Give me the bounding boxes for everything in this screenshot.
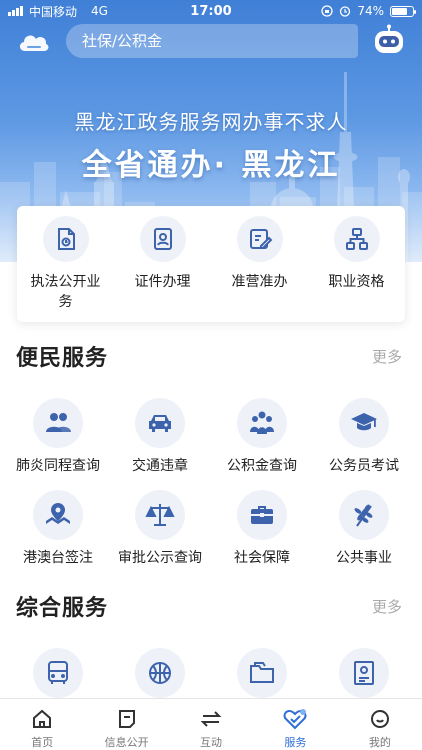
service-label: 公共事业 bbox=[336, 550, 392, 566]
tab-label: 信息公开 bbox=[104, 736, 149, 749]
edit-form-icon bbox=[236, 216, 283, 262]
service-label: 肺炎同程查询 bbox=[16, 458, 100, 474]
more-link[interactable]: 更多 bbox=[372, 596, 402, 617]
service-approval-query[interactable]: 审批公示查询 bbox=[109, 490, 211, 567]
service-public-utilities[interactable]: 公共事业 bbox=[313, 490, 415, 567]
carrier-name: 中国移动 bbox=[29, 4, 78, 19]
quick-item-label: 职业资格 bbox=[328, 274, 385, 290]
tab-home[interactable]: 首页 bbox=[0, 699, 84, 750]
quick-item-label: 准营准办 bbox=[231, 274, 288, 290]
tab-label: 互动 bbox=[200, 736, 223, 749]
comprehensive-row-1 bbox=[7, 648, 415, 698]
quick-item-business-license[interactable]: 准营准办 bbox=[211, 216, 308, 322]
network-type: 4G bbox=[91, 4, 108, 18]
service-label: 交通违章 bbox=[132, 458, 188, 474]
id-card-icon bbox=[139, 216, 186, 262]
banner-subtitle: 黑龙江政务服务网办事不求人 bbox=[74, 110, 348, 134]
banner-title: 全省通办· 黑龙江 bbox=[81, 148, 341, 183]
bottom-tab-bar: 首页 信息公开 互动 服务 我的 bbox=[0, 698, 422, 750]
section-title: 综合服务 bbox=[16, 596, 109, 621]
service-housing-fund[interactable]: 公积金查询 bbox=[211, 398, 313, 475]
tab-label: 首页 bbox=[31, 736, 54, 749]
home-icon bbox=[30, 707, 54, 730]
quick-item-label: 证件办理 bbox=[134, 274, 191, 290]
certificate-icon bbox=[339, 648, 389, 698]
service-traffic-violation[interactable]: 交通违章 bbox=[109, 398, 211, 475]
scales-icon bbox=[135, 490, 185, 540]
org-chart-icon bbox=[333, 216, 380, 262]
user-icon bbox=[368, 707, 392, 730]
map-pin-icon bbox=[33, 490, 83, 540]
tab-services[interactable]: 服务 bbox=[253, 699, 337, 750]
exchange-icon bbox=[199, 707, 223, 730]
battery-percent: 74% bbox=[357, 4, 384, 18]
service-label: 公务员考试 bbox=[329, 458, 399, 474]
group-icon bbox=[237, 398, 287, 448]
comprehensive-section-header: 综合服务 更多 bbox=[16, 590, 406, 622]
battery-icon bbox=[390, 5, 416, 17]
message-icon bbox=[115, 707, 139, 730]
wheat-icon bbox=[339, 490, 389, 540]
service-label: 公积金查询 bbox=[227, 458, 297, 474]
section-title: 便民服务 bbox=[16, 346, 109, 371]
convenience-row-1: 肺炎同程查询 交通违章 公积金查询 公务员考试 bbox=[7, 398, 415, 475]
orientation-lock-icon bbox=[321, 5, 333, 17]
search-input[interactable]: 社保/公积金 bbox=[66, 24, 358, 58]
quick-item-label: 执法公开业务 bbox=[30, 274, 101, 310]
clock: 17:00 bbox=[190, 3, 232, 19]
heart-check-icon bbox=[283, 707, 307, 730]
tab-label: 我的 bbox=[368, 736, 391, 749]
service-label: 审批公示查询 bbox=[118, 550, 202, 566]
car-icon bbox=[135, 398, 185, 448]
service-label: 社会保障 bbox=[234, 550, 290, 566]
service-sports[interactable] bbox=[109, 648, 211, 698]
basketball-icon bbox=[135, 648, 185, 698]
signal-icon bbox=[8, 6, 23, 16]
tab-interaction[interactable]: 互动 bbox=[169, 699, 253, 750]
alarm-icon bbox=[340, 6, 351, 17]
status-bar: 中国移动 4G 17:00 74% bbox=[0, 0, 422, 22]
convenience-section-header: 便民服务 更多 bbox=[16, 340, 406, 372]
people-icon bbox=[33, 398, 83, 448]
convenience-row-2: 港澳台签注 审批公示查询 社会保障 公共事业 bbox=[7, 490, 415, 567]
service-hk-macau-taiwan[interactable]: 港澳台签注 bbox=[7, 490, 109, 567]
law-document-icon bbox=[42, 216, 89, 262]
service-social-security[interactable]: 社会保障 bbox=[211, 490, 313, 567]
more-link[interactable]: 更多 bbox=[372, 346, 402, 367]
quick-item-qualification[interactable]: 职业资格 bbox=[308, 216, 405, 322]
service-archives[interactable] bbox=[211, 648, 313, 698]
service-certificate[interactable] bbox=[313, 648, 415, 698]
tab-info-public[interactable]: 信息公开 bbox=[84, 699, 168, 750]
quick-item-law-enforcement[interactable]: 执法公开业务 bbox=[17, 216, 114, 322]
service-civil-exam[interactable]: 公务员考试 bbox=[313, 398, 415, 475]
robot-assistant-icon[interactable] bbox=[372, 24, 406, 56]
service-bus[interactable] bbox=[7, 648, 109, 698]
quick-item-id-card[interactable]: 证件办理 bbox=[114, 216, 211, 322]
cloud-logo-icon[interactable] bbox=[16, 27, 50, 55]
graduation-cap-icon bbox=[339, 398, 389, 448]
quick-access-card: 执法公开业务 证件办理 准营准办 职业资格 bbox=[17, 206, 405, 322]
tab-label: 服务 bbox=[284, 736, 307, 749]
folder-icon bbox=[237, 648, 287, 698]
toolbox-icon bbox=[237, 490, 287, 540]
service-covid-trip[interactable]: 肺炎同程查询 bbox=[7, 398, 109, 475]
service-label: 港澳台签注 bbox=[23, 550, 93, 566]
bus-icon bbox=[33, 648, 83, 698]
top-bar: 社保/公积金 bbox=[0, 24, 422, 58]
tab-profile[interactable]: 我的 bbox=[338, 699, 422, 750]
